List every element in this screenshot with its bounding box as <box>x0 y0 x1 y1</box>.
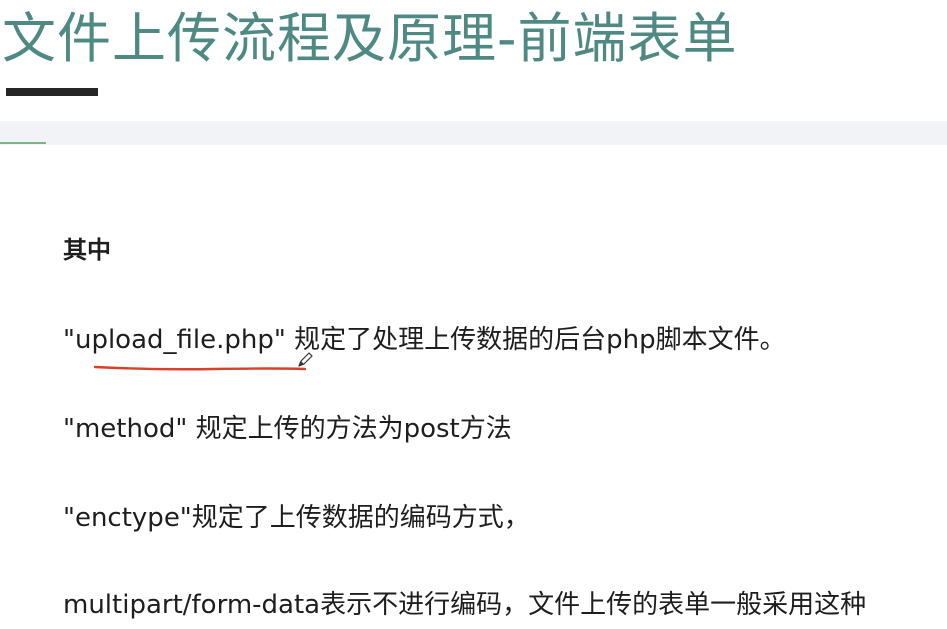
paragraph-upload-file-text: 规定了处理上传数据的后台php脚本文件。 <box>294 325 786 355</box>
code-enctype: "enctype" <box>63 503 192 533</box>
paragraph-enctype-text: 规定了上传数据的编码方式， <box>191 503 530 533</box>
code-method: "method" <box>63 414 188 444</box>
code-upload-file-text: "upload_file.php" <box>63 325 286 355</box>
code-multipart: multipart/form-data <box>63 590 321 620</box>
content-card-corner <box>0 142 46 204</box>
pen-cursor-icon <box>298 352 313 367</box>
slide-title: 文件上传流程及原理-前端表单 <box>2 7 738 70</box>
paragraph-method-text: 规定上传的方法为post方法 <box>187 414 512 444</box>
paragraph-multipart-text: 表示不进行编码，文件上传的表单一般采用这种 <box>320 590 867 620</box>
slide-page: 文件上传流程及原理-前端表单 其中 "upload_file.php" 规定了处… <box>0 0 947 629</box>
red-annotation-underline <box>94 365 306 371</box>
section-heading: 其中 <box>63 236 111 264</box>
title-underline-bar <box>6 88 98 96</box>
paragraph-upload-file: "upload_file.php" 规定了处理上传数据的后台php脚本文件。 <box>63 321 786 371</box>
paragraph-method: "method" 规定上传的方法为post方法 <box>63 410 512 448</box>
code-upload-file: "upload_file.php" <box>63 325 306 371</box>
paragraph-multipart: multipart/form-data表示不进行编码，文件上传的表单一般采用这种 <box>63 586 866 624</box>
paragraph-enctype: "enctype"规定了上传数据的编码方式， <box>63 499 530 537</box>
header-band <box>0 121 947 145</box>
